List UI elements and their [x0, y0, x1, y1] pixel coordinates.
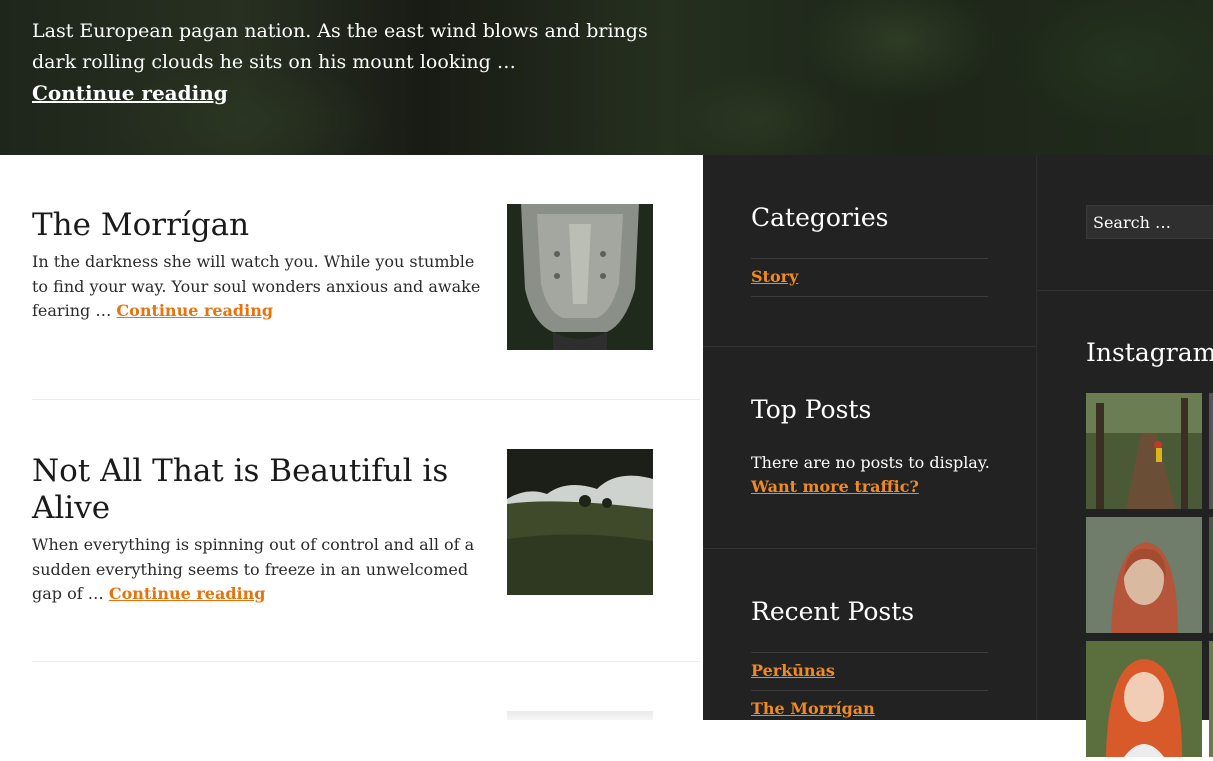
post-thumbnail[interactable]: [507, 449, 653, 595]
metal-artifact-image: [507, 204, 653, 350]
top-posts-widget-title: Top Posts: [751, 395, 872, 424]
hero-continue-reading-link[interactable]: Continue reading: [32, 81, 228, 105]
fade-overlay: [0, 690, 703, 720]
post-thumbnail[interactable]: [507, 204, 653, 350]
categories-widget-title: Categories: [751, 203, 889, 232]
widget-separator: [1037, 290, 1213, 291]
search-input[interactable]: [1087, 206, 1213, 238]
portrait-image: [1086, 517, 1202, 633]
instagram-photo[interactable]: [1086, 393, 1202, 509]
continue-reading-link[interactable]: Continue reading: [109, 584, 266, 603]
instagram-photo-partial[interactable]: [1209, 393, 1213, 509]
post-excerpt: When everything is spinning out of contr…: [32, 533, 492, 607]
recent-posts-widget-title: Recent Posts: [751, 597, 915, 626]
top-posts-empty-text: There are no posts to display.: [751, 453, 990, 472]
widget-line: [751, 652, 988, 653]
widget-line: [751, 296, 988, 297]
hero-excerpt-text: Last European pagan nation. As the east …: [32, 20, 648, 73]
widget-line: [751, 690, 988, 691]
category-link[interactable]: Story: [751, 267, 798, 286]
forest-path-image: [1086, 393, 1202, 509]
recent-post-link[interactable]: The Morrígan: [751, 699, 875, 718]
sidebar-primary: Categories Story Top Posts There are no …: [703, 155, 1036, 720]
recent-post-link[interactable]: Perkūnas: [751, 661, 835, 680]
widget-separator: [703, 346, 1036, 347]
landscape-image: [507, 449, 653, 595]
post-item: Not All That is Beautiful is Alive When …: [32, 449, 698, 607]
instagram-photo-partial[interactable]: [1209, 517, 1213, 633]
instagram-widget-title: Instagram: [1086, 338, 1213, 367]
portrait-image: [1086, 641, 1202, 757]
search-form: [1086, 205, 1213, 239]
hero-featured-post: Last European pagan nation. As the east …: [0, 0, 1213, 155]
want-more-traffic-link[interactable]: Want more traffic?: [751, 477, 919, 496]
post-divider: [32, 399, 700, 400]
widget-separator: [703, 548, 1036, 549]
post-title-link[interactable]: The Morrígan: [32, 207, 472, 244]
post-item: The Morrígan In the darkness she will wa…: [32, 204, 698, 350]
hero-excerpt: Last European pagan nation. As the east …: [32, 16, 672, 110]
post-title-link[interactable]: Not All That is Beautiful is Alive: [32, 453, 472, 527]
instagram-photo[interactable]: [1086, 641, 1202, 757]
post-excerpt: In the darkness she will watch you. Whil…: [32, 250, 492, 324]
post-divider: [32, 661, 700, 662]
instagram-photo[interactable]: [1086, 517, 1202, 633]
sidebar-secondary: Instagram: [1036, 155, 1213, 757]
instagram-photo-partial[interactable]: [1209, 641, 1213, 757]
post-list: The Morrígan In the darkness she will wa…: [0, 155, 703, 720]
widget-line: [751, 258, 988, 259]
continue-reading-link[interactable]: Continue reading: [116, 301, 273, 320]
